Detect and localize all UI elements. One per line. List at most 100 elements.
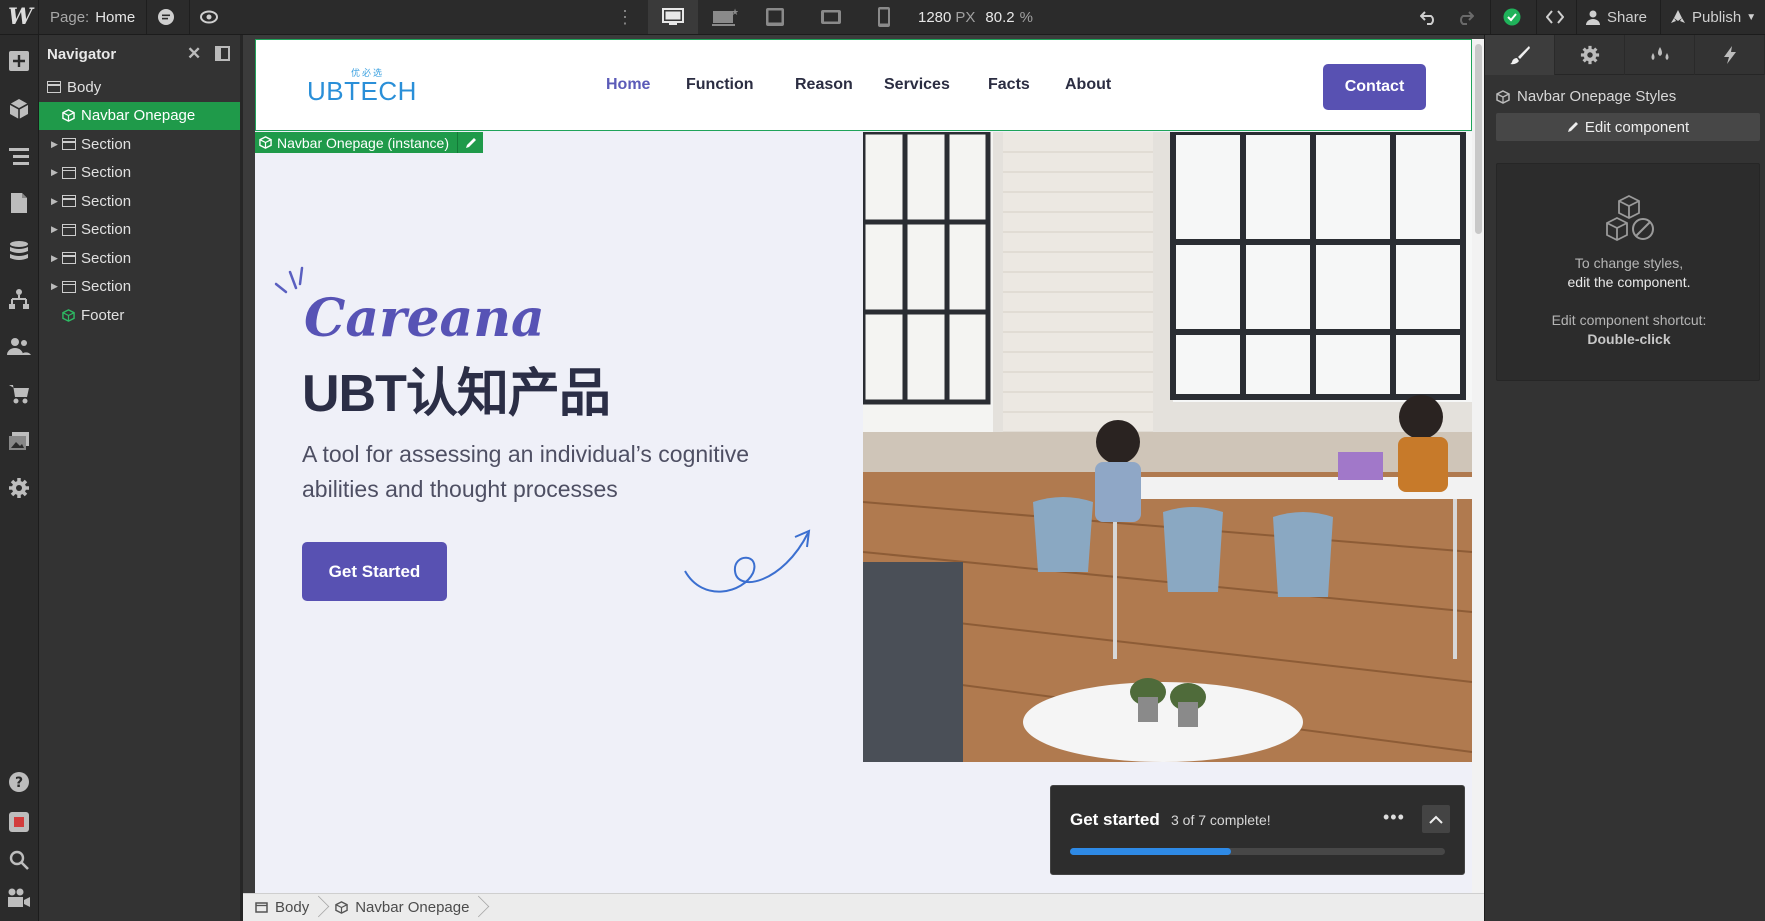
contact-button[interactable]: Contact — [1323, 64, 1426, 110]
edit-pencil-icon — [1567, 122, 1578, 132]
page-name: Home — [95, 8, 136, 26]
expand-caret-icon[interactable]: ▶ — [51, 281, 58, 292]
canvas-scrollbar-thumb[interactable] — [1475, 44, 1482, 234]
tree-item-footer[interactable]: Footer — [39, 301, 240, 330]
info-line-2: edit the component. — [1567, 274, 1691, 290]
expand-caret-icon[interactable]: ▶ — [51, 224, 58, 235]
get-started-checklist[interactable]: Get started 3 of 7 complete! ••• — [1050, 785, 1465, 875]
tree-item-section[interactable]: ▶ Section — [39, 244, 240, 273]
more-vertical-icon[interactable]: ⋮ — [616, 0, 634, 34]
nav-link-services[interactable]: Services — [884, 76, 950, 94]
tablet-breakpoint-icon[interactable] — [765, 0, 785, 34]
rocket-icon — [1671, 10, 1685, 23]
share-button[interactable]: Share — [1585, 0, 1647, 34]
breadcrumb-navbar-onepage[interactable]: Navbar Onepage — [323, 894, 483, 921]
tree-item-section[interactable]: ▶ Section — [39, 273, 240, 302]
breadcrumb-label: Body — [275, 899, 310, 916]
canvas-size-readout[interactable]: 1280 PX 80.2 % — [918, 0, 1043, 34]
large-desktop-breakpoint-icon[interactable]: ★ — [712, 0, 738, 34]
video-tutorials-icon[interactable] — [6, 885, 32, 911]
site-status-check-icon[interactable] — [1503, 0, 1521, 34]
tree-item-section[interactable]: ▶ Section — [39, 216, 240, 245]
record-video-icon[interactable] — [6, 809, 32, 835]
hero-office-photo[interactable] — [863, 132, 1472, 762]
tree-item-body[interactable]: Body — [39, 73, 240, 102]
pages-icon[interactable] — [6, 190, 32, 216]
divider — [1660, 0, 1661, 34]
close-icon[interactable]: ✕ — [187, 44, 201, 64]
shortcut-value: Double-click — [1587, 331, 1671, 347]
shortcut-info-text: Edit component shortcut: Double-click — [1497, 311, 1761, 349]
info-line-1: To change styles, — [1574, 255, 1684, 271]
tree-item-label: Section — [81, 135, 132, 153]
style-panel: Navbar Onepage Styles Edit component To … — [1484, 35, 1765, 921]
code-export-icon[interactable] — [1546, 0, 1564, 34]
top-toolbar: W Page: Home ⋮ ★ 1280 PX 80.2 % Share Pu… — [0, 0, 1765, 35]
locked-components-icon — [1606, 194, 1654, 242]
tree-item-section[interactable]: ▶ Section — [39, 130, 240, 159]
expand-caret-icon[interactable]: ▶ — [51, 139, 58, 150]
navigator-layers-icon[interactable] — [6, 143, 32, 169]
breadcrumb-label: Navbar Onepage — [355, 899, 470, 916]
publish-button[interactable]: Publish ▼ — [1670, 0, 1756, 34]
nav-link-function[interactable]: Function — [686, 76, 754, 94]
webflow-logo[interactable]: W — [8, 0, 34, 34]
site-navbar[interactable]: 优必选 UBTECH Home Function Reason Services… — [255, 39, 1472, 131]
nav-link-facts[interactable]: Facts — [988, 76, 1030, 94]
edit-component-button[interactable]: Edit component — [1496, 113, 1760, 141]
tree-item-label: Footer — [81, 306, 125, 324]
tree-item-section[interactable]: ▶ Section — [39, 159, 240, 188]
body-element-icon — [47, 81, 61, 94]
panel-tabs — [1485, 35, 1765, 75]
component-styles-header: Navbar Onepage Styles — [1496, 88, 1676, 105]
search-icon[interactable] — [6, 847, 32, 873]
hero-script-title: Careana — [304, 288, 545, 349]
expand-caret-icon[interactable]: ▶ — [51, 167, 58, 178]
add-elements-icon[interactable] — [6, 48, 32, 74]
nav-link-about[interactable]: About — [1065, 76, 1111, 94]
nav-link-home[interactable]: Home — [606, 76, 650, 94]
component-cube-icon — [62, 308, 75, 322]
settings-gear-icon[interactable] — [6, 475, 32, 501]
help-icon[interactable]: ? — [6, 769, 32, 795]
nav-link-reason[interactable]: Reason — [795, 76, 853, 94]
comments-icon[interactable] — [157, 0, 175, 34]
page-selector[interactable]: Page: Home — [50, 0, 135, 34]
edit-pencil-icon[interactable] — [457, 132, 477, 153]
tab-style-manager-drops-icon[interactable] — [1625, 35, 1695, 75]
logic-flow-icon[interactable] — [6, 286, 32, 312]
preview-eye-icon[interactable] — [200, 0, 218, 34]
cms-database-icon[interactable] — [6, 238, 32, 264]
redo-icon[interactable] — [1456, 0, 1474, 34]
undo-icon[interactable] — [1420, 0, 1438, 34]
instance-tag-label: Navbar Onepage (instance) — [277, 134, 449, 151]
more-options-icon[interactable]: ••• — [1383, 807, 1405, 828]
get-started-button[interactable]: Get Started — [302, 542, 447, 601]
breadcrumb-body[interactable]: Body — [243, 894, 323, 921]
tab-settings-gear-icon[interactable] — [1555, 35, 1625, 75]
tab-interactions-bolt-icon[interactable] — [1695, 35, 1765, 75]
expand-caret-icon[interactable]: ▶ — [51, 253, 58, 264]
ecommerce-cart-icon[interactable] — [6, 381, 32, 407]
assets-images-icon[interactable] — [6, 428, 32, 454]
tree-item-section[interactable]: ▶ Section — [39, 187, 240, 216]
user-icon — [1586, 10, 1600, 25]
navigator-panel: Navigator ✕ Body Navbar Onepage ▶ Sectio… — [39, 35, 243, 921]
mobile-portrait-breakpoint-icon[interactable] — [877, 0, 891, 34]
component-instance-tag[interactable]: Navbar Onepage (instance) — [255, 132, 483, 153]
collapse-chevron-up-icon[interactable] — [1422, 805, 1450, 833]
desktop-breakpoint-icon[interactable] — [648, 0, 698, 34]
section-element-icon — [62, 195, 76, 208]
tab-style-brush-icon[interactable] — [1485, 35, 1555, 75]
hero-subtitle: A tool for assessing an individual’s cog… — [302, 441, 750, 502]
design-canvas[interactable]: 优必选 UBTECH Home Function Reason Services… — [255, 39, 1472, 893]
ubtech-logo[interactable]: 优必选 UBTECH — [307, 66, 416, 106]
tree-item-navbar-onepage[interactable]: Navbar Onepage — [39, 101, 240, 130]
expand-caret-icon[interactable]: ▶ — [51, 196, 58, 207]
users-icon[interactable] — [6, 333, 32, 359]
section-element-icon — [62, 252, 76, 265]
components-cube-icon[interactable] — [6, 96, 32, 122]
dock-panel-icon[interactable] — [215, 46, 230, 61]
mobile-landscape-breakpoint-icon[interactable] — [820, 0, 842, 34]
component-cube-icon — [1496, 89, 1510, 104]
